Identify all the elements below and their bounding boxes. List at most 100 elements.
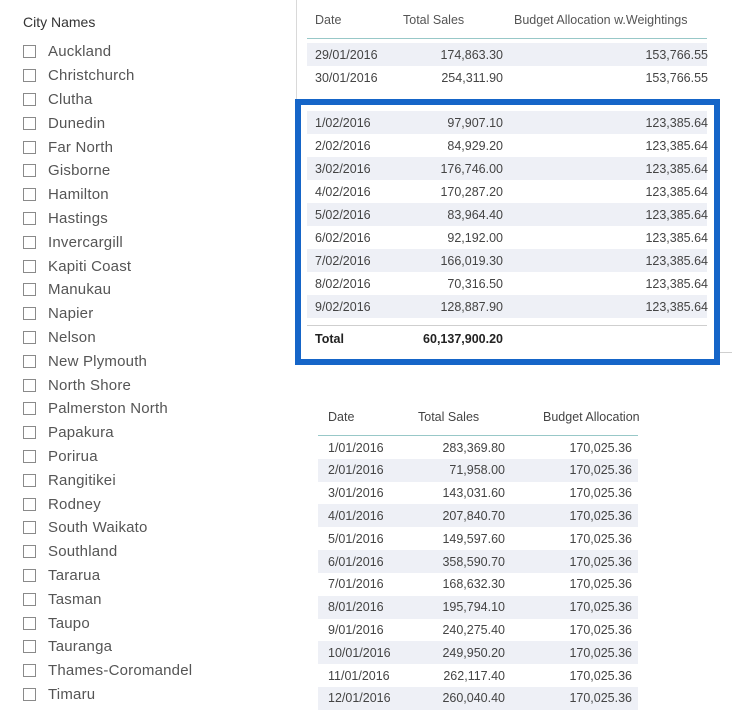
table-row[interactable]: 30/01/2016 254,311.90 153,766.55 [307, 66, 708, 89]
slicer-item[interactable]: Hamilton [23, 183, 192, 207]
checkbox[interactable] [23, 283, 36, 297]
table-row[interactable]: 9/02/2016 128,887.90 123,385.64 [307, 295, 708, 318]
table-row[interactable]: 11/01/2016 262,117.40 170,025.36 [318, 664, 638, 687]
table-row[interactable]: 12/01/2016 260,040.40 170,025.36 [318, 686, 638, 710]
slicer-item[interactable]: Dunedin [23, 111, 192, 135]
table-row[interactable]: 2/01/2016 71,958.00 170,025.36 [318, 458, 638, 482]
checkbox[interactable] [23, 545, 36, 559]
table-row[interactable]: 3/02/2016 176,746.00 123,385.64 [307, 157, 708, 180]
slicer-item[interactable]: North Shore [23, 373, 192, 397]
slicer-item-label: Rangitikei [48, 471, 116, 489]
table-row[interactable]: 5/01/2016 149,597.60 170,025.36 [318, 527, 638, 550]
slicer-item[interactable]: Manukau [23, 278, 192, 302]
total-sales-cell: 128,887.90 [440, 299, 503, 314]
slicer-item[interactable]: Porirua [23, 445, 192, 469]
column-header-budget-allocation[interactable]: Budget Allocation [525, 410, 670, 424]
table-row[interactable]: 29/01/2016 174,863.30 153,766.55 [307, 43, 708, 66]
table-row[interactable]: 4/01/2016 207,840.70 170,025.36 [318, 504, 638, 528]
checkbox[interactable] [23, 330, 36, 344]
column-header-total-sales[interactable]: Total Sales [397, 13, 508, 27]
table-row[interactable]: 8/02/2016 70,316.50 123,385.64 [307, 272, 708, 295]
slicer-item[interactable]: Kapiti Coast [23, 254, 192, 278]
checkbox[interactable] [23, 45, 36, 59]
slicer-item[interactable]: South Waikato [23, 516, 192, 540]
slicer-item[interactable]: Nelson [23, 326, 192, 350]
slicer-title: City Names [23, 14, 96, 30]
slicer-item[interactable]: Timaru [23, 683, 192, 707]
slicer-item[interactable]: Christchurch [23, 64, 192, 88]
slicer-item[interactable]: Far North [23, 135, 192, 159]
slicer-item[interactable]: Southland [23, 540, 192, 564]
checkbox[interactable] [23, 402, 36, 416]
budget-cell: 153,766.55 [645, 70, 708, 85]
checkbox[interactable] [23, 592, 36, 606]
checkbox[interactable] [23, 188, 36, 202]
slicer-item[interactable]: Papakura [23, 421, 192, 445]
slicer-item[interactable]: Tasman [23, 587, 192, 611]
checkbox[interactable] [23, 69, 36, 83]
checkbox[interactable] [23, 616, 36, 630]
date-cell: 10/01/2016 [328, 645, 391, 660]
column-header-budget-weighted[interactable]: Budget Allocation w.Weightings [508, 13, 724, 27]
checkbox[interactable] [23, 354, 36, 368]
table-row[interactable]: 6/01/2016 358,590.70 170,025.36 [318, 550, 638, 573]
table-row[interactable]: 3/01/2016 143,031.60 170,025.36 [318, 482, 638, 505]
table-row[interactable]: 9/01/2016 240,275.40 170,025.36 [318, 618, 638, 641]
budget-cell: 170,025.36 [569, 486, 632, 501]
slicer-item[interactable]: Tararua [23, 564, 192, 588]
checkbox[interactable] [23, 473, 36, 487]
checkbox[interactable] [23, 378, 36, 392]
table-row[interactable]: 2/02/2016 84,929.20 123,385.64 [307, 134, 708, 157]
slicer-item[interactable]: Palmerston North [23, 397, 192, 421]
column-header-date[interactable]: Date [307, 13, 397, 27]
table-row[interactable]: 1/01/2016 283,369.80 170,025.36 [318, 436, 638, 459]
checkbox[interactable] [23, 497, 36, 511]
checkbox[interactable] [23, 211, 36, 225]
slicer-item[interactable]: Napier [23, 302, 192, 326]
checkbox[interactable] [23, 259, 36, 273]
slicer-item-label: Thames-Coromandel [48, 662, 193, 680]
slicer-item[interactable]: Tauranga [23, 635, 192, 659]
date-cell: 3/01/2016 [328, 486, 384, 501]
column-header-total-sales[interactable]: Total Sales [398, 410, 525, 424]
checkbox[interactable] [23, 664, 36, 678]
checkbox[interactable] [23, 116, 36, 130]
checkbox[interactable] [23, 426, 36, 440]
slicer-item[interactable]: Invercargill [23, 230, 192, 254]
date-cell: 9/01/2016 [328, 622, 384, 637]
slicer-item[interactable]: New Plymouth [23, 349, 192, 373]
table-row[interactable]: 5/02/2016 83,964.40 123,385.64 [307, 203, 708, 226]
budget-cell: 123,385.64 [645, 253, 708, 268]
slicer-item[interactable]: Clutha [23, 88, 192, 112]
checkbox[interactable] [23, 307, 36, 321]
slicer-item[interactable]: Auckland [23, 40, 192, 64]
slicer-item[interactable]: Taupo [23, 611, 192, 635]
table-row[interactable]: 1/02/2016 97,907.10 123,385.64 [307, 111, 708, 134]
slicer-item[interactable]: Gisborne [23, 159, 192, 183]
table-row[interactable]: 6/02/2016 92,192.00 123,385.64 [307, 226, 708, 249]
date-cell: 6/02/2016 [315, 230, 371, 245]
table-row[interactable]: 10/01/2016 249,950.20 170,025.36 [318, 641, 638, 665]
checkbox[interactable] [23, 235, 36, 249]
table-row[interactable]: 8/01/2016 195,794.10 170,025.36 [318, 595, 638, 619]
slicer-item-label: Rodney [48, 495, 101, 513]
slicer-item[interactable]: Thames-Coromandel [23, 659, 192, 683]
budget-cell: 170,025.36 [569, 668, 632, 683]
table-row[interactable]: 7/02/2016 166,019.30 123,385.64 [307, 249, 708, 272]
checkbox[interactable] [23, 640, 36, 654]
checkbox[interactable] [23, 449, 36, 463]
column-header-date[interactable]: Date [318, 410, 398, 424]
checkbox[interactable] [23, 521, 36, 535]
checkbox[interactable] [23, 164, 36, 178]
checkbox[interactable] [23, 568, 36, 582]
table-row[interactable]: 4/02/2016 170,287.20 123,385.64 [307, 180, 708, 203]
slicer-item[interactable]: Hastings [23, 207, 192, 231]
slicer-item-label: Kapiti Coast [48, 257, 132, 275]
date-cell: 8/02/2016 [315, 276, 371, 291]
slicer-item[interactable]: Rodney [23, 492, 192, 516]
checkbox[interactable] [23, 92, 36, 106]
checkbox[interactable] [23, 140, 36, 154]
slicer-item[interactable]: Rangitikei [23, 468, 192, 492]
table-row[interactable]: 7/01/2016 168,632.30 170,025.36 [318, 573, 638, 596]
checkbox[interactable] [23, 687, 36, 701]
